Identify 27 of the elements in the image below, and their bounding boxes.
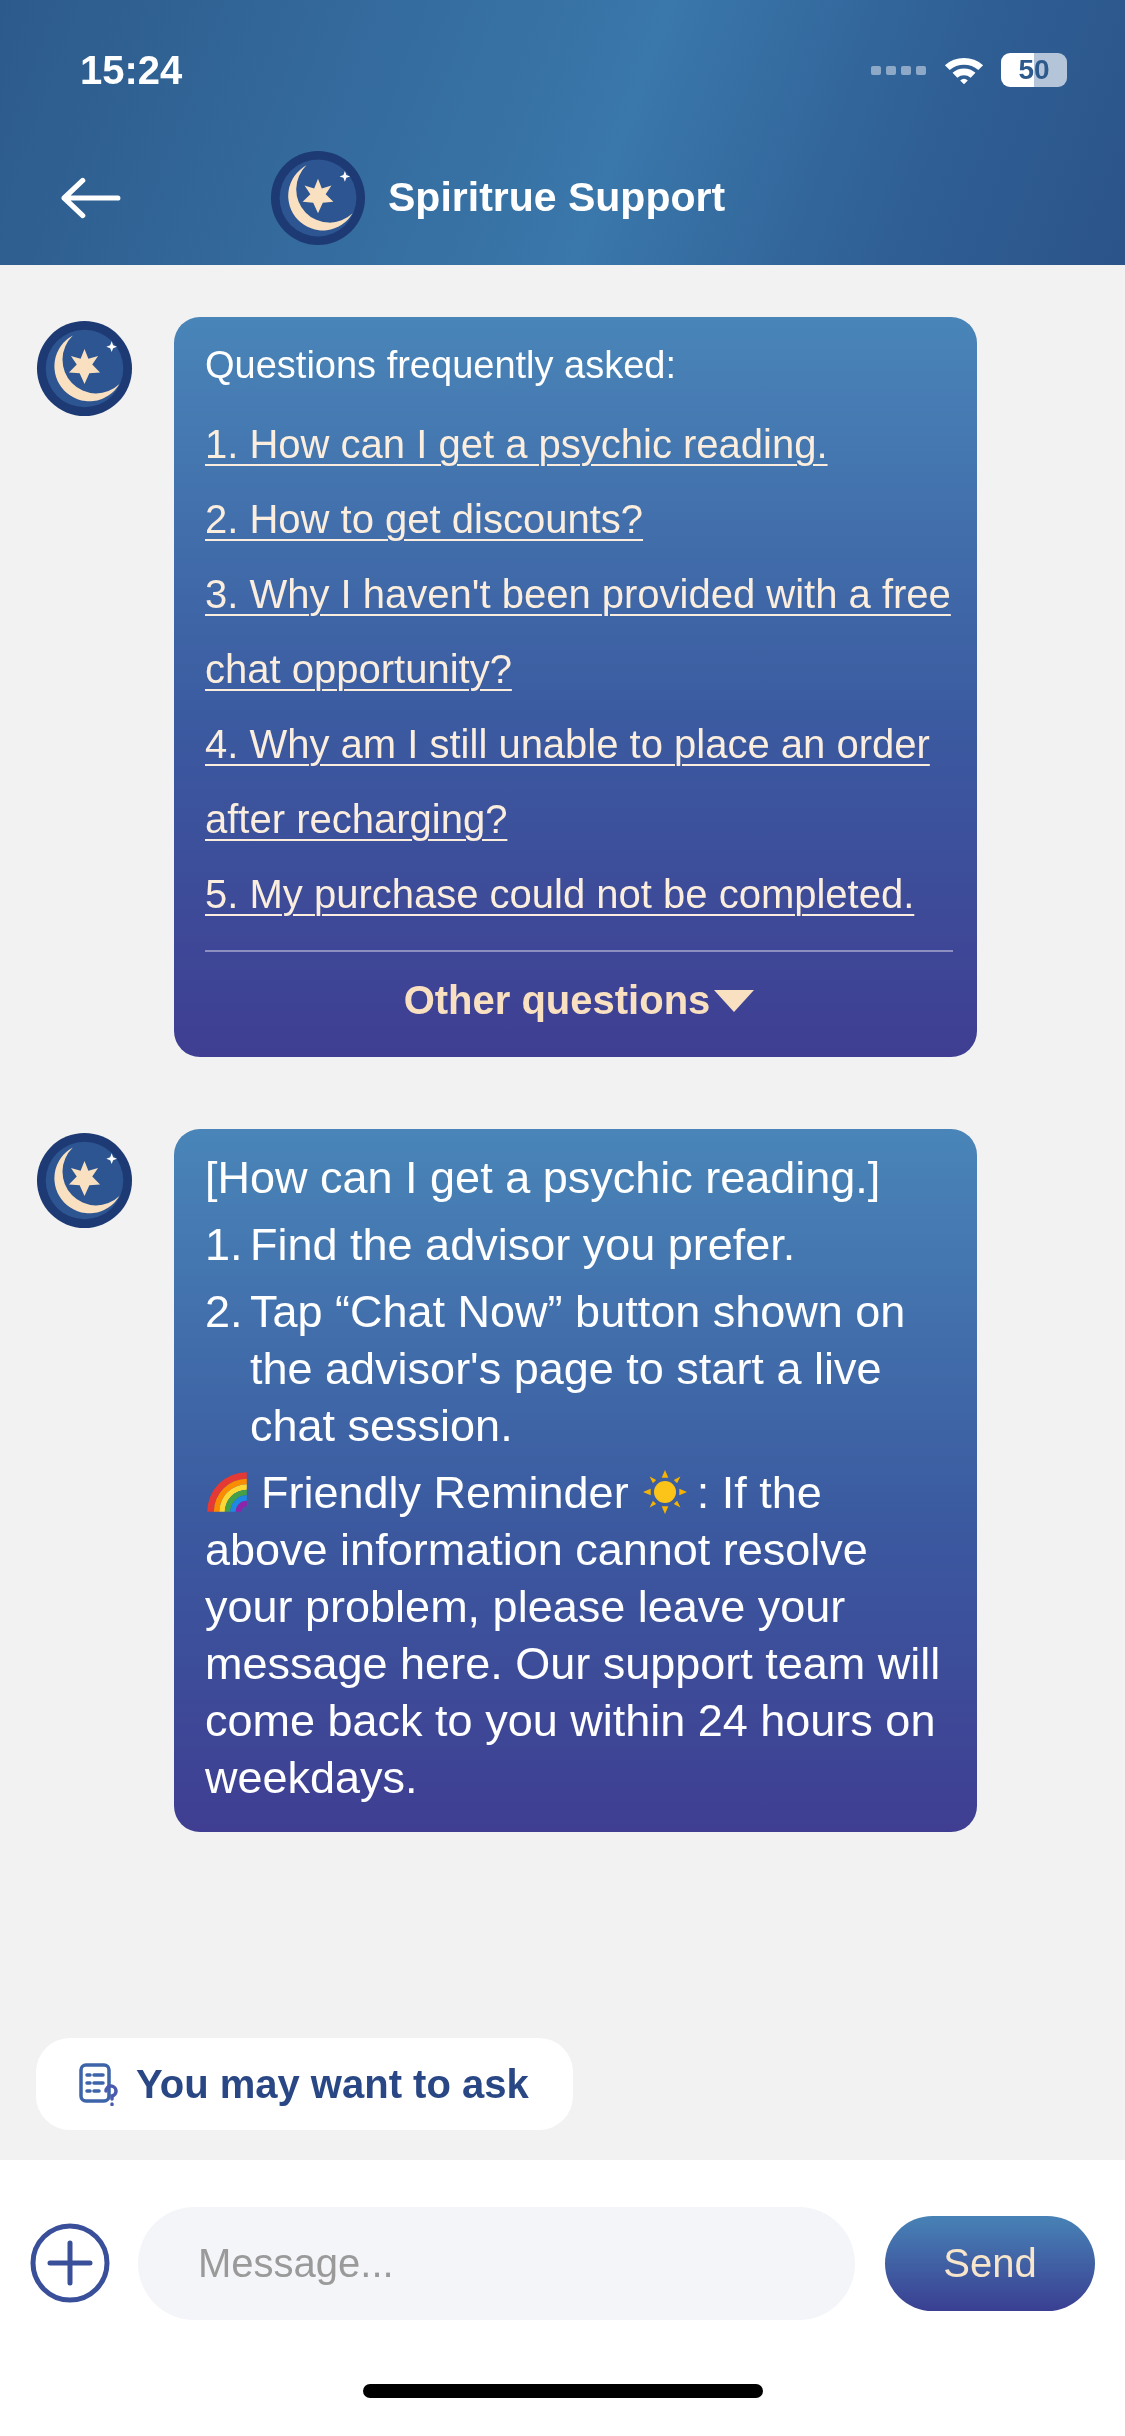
send-button[interactable]: Send [885, 2215, 1095, 2311]
reminder-text: Friendly Reminder : If the above information cannot resolve your problem, please leave your message here. Our support team will come back to you within 24 hours on weekdays. [205, 1466, 942, 1805]
faq-link[interactable]: 4. Why am I still unable to place an order after recharging? [205, 707, 953, 857]
sun-icon [642, 1470, 687, 1514]
suggestion-chip[interactable]: You may want to ask [36, 2038, 573, 2130]
battery-level: 50 [1018, 54, 1050, 86]
message-field[interactable]: Message... [138, 2206, 855, 2320]
step-text: Tap “Chat Now” button shown on the advisor's page to start a live chat session. [250, 1285, 907, 1453]
rainbow-icon [205, 1470, 249, 1514]
back-arrow-icon [60, 176, 122, 219]
question-list-icon [78, 2062, 118, 2106]
faq-link[interactable]: 1. How can I get a psychic reading. [205, 407, 953, 482]
step-text: Find the advisor you prefer. [250, 1218, 796, 1272]
other-questions-button[interactable]: Other questions [205, 952, 953, 1035]
signal-icon [871, 63, 927, 77]
faq-link[interactable]: 5. My purchase could not be completed. [205, 857, 953, 932]
message-text: Questions frequently asked: [205, 343, 678, 388]
add-button[interactable] [30, 2223, 110, 2303]
faq-link[interactable]: 3. Why I haven't been provided with a free chat opportunity? [205, 557, 953, 707]
caret-icon [714, 989, 755, 1012]
step-number: 1. [205, 1218, 244, 1272]
header-title: Spiritrue Support [388, 174, 726, 221]
step-number: 2. [205, 1285, 244, 1339]
status-time: 15:24 [80, 47, 183, 93]
plus-circle-icon [30, 2223, 110, 2303]
faq-link[interactable]: 2. How to get discounts? [205, 482, 953, 557]
message-text: [How can I get a psychic reading.] [205, 1151, 882, 1205]
